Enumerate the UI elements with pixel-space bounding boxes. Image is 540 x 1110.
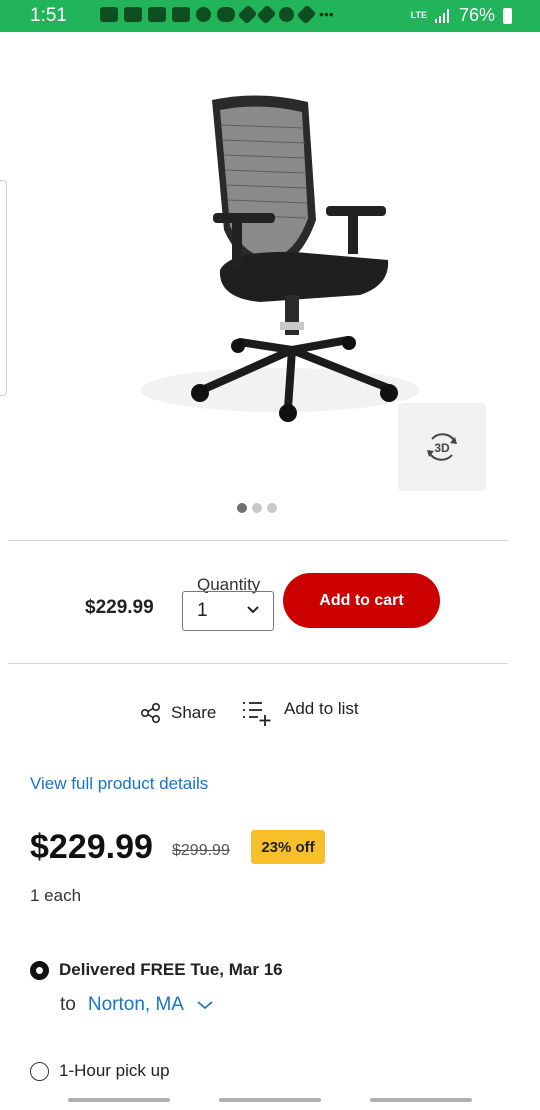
pinterest-icon xyxy=(196,7,211,22)
radio-selected-icon[interactable] xyxy=(30,960,49,980)
tag-icon xyxy=(237,4,258,25)
delivery-location[interactable]: to Norton, MA xyxy=(60,994,214,1016)
delivery-label: Delivered FREE Tue, Mar 16 xyxy=(59,960,283,979)
status-bar: 1:51 ••• LTE 76% xyxy=(0,0,540,32)
buybar-price: $229.99 xyxy=(85,597,154,618)
to-label: to xyxy=(60,994,76,1015)
add-to-list-label: Add to list xyxy=(284,699,359,718)
gallery-dot[interactable] xyxy=(237,503,247,513)
product-price: $229.99 xyxy=(30,828,153,866)
scroll-indicator xyxy=(219,1098,321,1102)
gallery-pagination xyxy=(237,503,277,513)
gallery-dot[interactable] xyxy=(252,503,262,513)
product-image[interactable] xyxy=(120,90,420,435)
status-right: LTE 76% xyxy=(411,5,512,26)
signal-icon xyxy=(434,8,449,23)
notification-icons: ••• xyxy=(100,4,334,25)
add-to-list-button[interactable]: Add to list xyxy=(242,699,359,727)
youtube-icon xyxy=(100,7,118,22)
battery-percent: 76% xyxy=(458,5,495,25)
more-notifications-icon: ••• xyxy=(319,6,334,22)
quantity-select[interactable]: 1 xyxy=(182,591,274,631)
radio-unselected-icon[interactable] xyxy=(30,1061,49,1081)
quantity-value: 1 xyxy=(197,600,208,621)
network-type: LTE xyxy=(410,10,427,20)
share-button[interactable]: Share xyxy=(140,703,216,723)
share-label: Share xyxy=(171,703,217,722)
view-product-details-link[interactable]: View full product details xyxy=(30,774,208,794)
scroll-indicator xyxy=(68,1098,170,1102)
voicemail-icon xyxy=(217,7,235,22)
tag-icon xyxy=(296,4,317,25)
divider xyxy=(8,663,508,664)
side-panel-handle[interactable] xyxy=(0,180,7,396)
add-to-cart-button[interactable]: Add to cart xyxy=(283,573,440,628)
delivery-option[interactable]: Delivered FREE Tue, Mar 16 xyxy=(30,960,283,980)
tag-icon xyxy=(256,4,277,25)
divider xyxy=(8,540,508,541)
battery-icon xyxy=(503,7,512,24)
chevron-down-icon xyxy=(247,606,259,614)
3d-label: 3D xyxy=(434,441,450,455)
youtube-icon xyxy=(172,7,190,22)
scroll-indicator xyxy=(370,1098,472,1102)
chevron-down-icon xyxy=(197,1001,213,1010)
unit-label: 1 each xyxy=(30,886,82,905)
pickup-option[interactable]: 1-Hour pick up xyxy=(30,1061,170,1081)
pickup-label: 1-Hour pick up xyxy=(59,1061,170,1080)
add-to-list-icon xyxy=(243,702,271,726)
3d-rotate-icon: 3D xyxy=(427,433,457,461)
status-time: 1:51 xyxy=(30,5,67,26)
youtube-icon xyxy=(148,7,166,22)
original-price: $299.99 xyxy=(172,842,230,859)
location-link[interactable]: Norton, MA xyxy=(88,994,184,1016)
youtube-icon xyxy=(124,7,142,22)
discount-badge: 23% off xyxy=(251,830,325,864)
delivery-icon xyxy=(279,7,294,22)
view-3d-button[interactable]: 3D xyxy=(398,403,486,491)
gallery-dot[interactable] xyxy=(267,503,277,513)
share-icon xyxy=(140,703,160,723)
